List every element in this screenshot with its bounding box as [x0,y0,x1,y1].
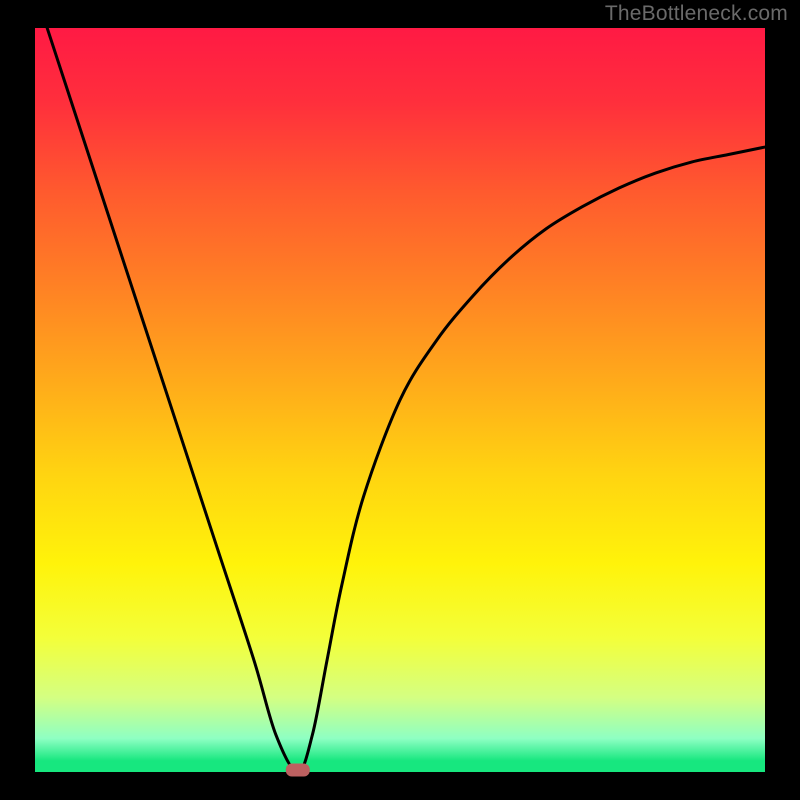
watermark-text: TheBottleneck.com [605,2,788,26]
optimal-point-marker [286,764,310,777]
chart-frame: TheBottleneck.com [0,0,800,800]
bottleneck-chart [0,0,800,800]
